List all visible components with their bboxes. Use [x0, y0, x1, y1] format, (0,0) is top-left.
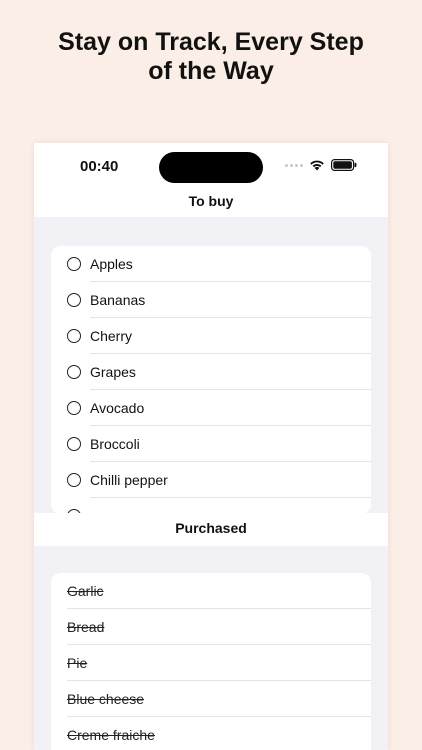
signal-dots-icon — [285, 163, 303, 167]
dynamic-island — [159, 152, 263, 183]
item-label: Bananas — [90, 292, 146, 308]
checkbox-circle-icon[interactable] — [67, 365, 81, 379]
purchased-item[interactable]: Garlic — [51, 573, 371, 609]
item-label: Avocado — [90, 400, 145, 416]
list-item[interactable]: Broccoli — [51, 426, 371, 462]
checkbox-circle-icon[interactable] — [67, 329, 81, 343]
phone-screen: 00:40 To buy Apples Bananas Cherry Grapes Av… — [34, 143, 388, 750]
list-item[interactable]: Bananas — [51, 282, 371, 318]
purchased-item-label: Creme fraiche — [67, 727, 155, 743]
page-headline: Stay on Track, Every Step of the Way — [0, 28, 422, 86]
item-label: Chilli pepper — [90, 472, 168, 488]
battery-icon — [331, 159, 357, 171]
purchased-item-label: Garlic — [67, 583, 104, 599]
headline-line-2: of the Way — [148, 57, 274, 85]
top-bar: 00:40 To buy — [34, 143, 388, 217]
headline-line-1: Stay on Track, Every Step — [58, 28, 364, 56]
purchased-item[interactable]: Blue cheese — [51, 681, 371, 717]
purchased-section-header: Purchased — [34, 513, 388, 546]
list-item[interactable]: Chilli pepper — [51, 462, 371, 498]
checkbox-circle-icon[interactable] — [67, 473, 81, 487]
item-label: Cherry — [90, 328, 133, 344]
list-item[interactable]: Apples — [51, 246, 371, 282]
to-buy-list: Apples Bananas Cherry Grapes Avocado Broccoli… — [51, 246, 371, 514]
purchased-item[interactable]: Bread — [51, 609, 371, 645]
status-time: 00:40 — [80, 158, 119, 175]
checkbox-circle-icon[interactable] — [67, 293, 81, 307]
nav-title: To buy — [188, 193, 234, 209]
purchased-item[interactable]: Pie — [51, 645, 371, 681]
purchased-item-label: Bread — [67, 619, 105, 635]
list-item[interactable]: Cherry — [51, 318, 371, 354]
item-label: Broccoli — [90, 436, 140, 452]
checkbox-circle-icon[interactable] — [67, 257, 81, 271]
wifi-icon — [310, 160, 324, 171]
purchased-list: Garlic Bread Pie Blue cheese Creme fraiche — [51, 573, 371, 750]
checkbox-circle-icon[interactable] — [67, 437, 81, 451]
status-icons — [285, 158, 357, 172]
checkbox-circle-icon[interactable] — [67, 401, 81, 415]
purchased-item-label: Pie — [67, 655, 88, 671]
list-item[interactable]: Avocado — [51, 390, 371, 426]
purchased-item-label: Blue cheese — [67, 691, 145, 707]
item-label: Apples — [90, 256, 133, 272]
purchased-item[interactable]: Creme fraiche — [51, 717, 371, 750]
item-label: Grapes — [90, 364, 136, 380]
list-item-partial[interactable] — [51, 498, 371, 514]
list-item[interactable]: Grapes — [51, 354, 371, 390]
